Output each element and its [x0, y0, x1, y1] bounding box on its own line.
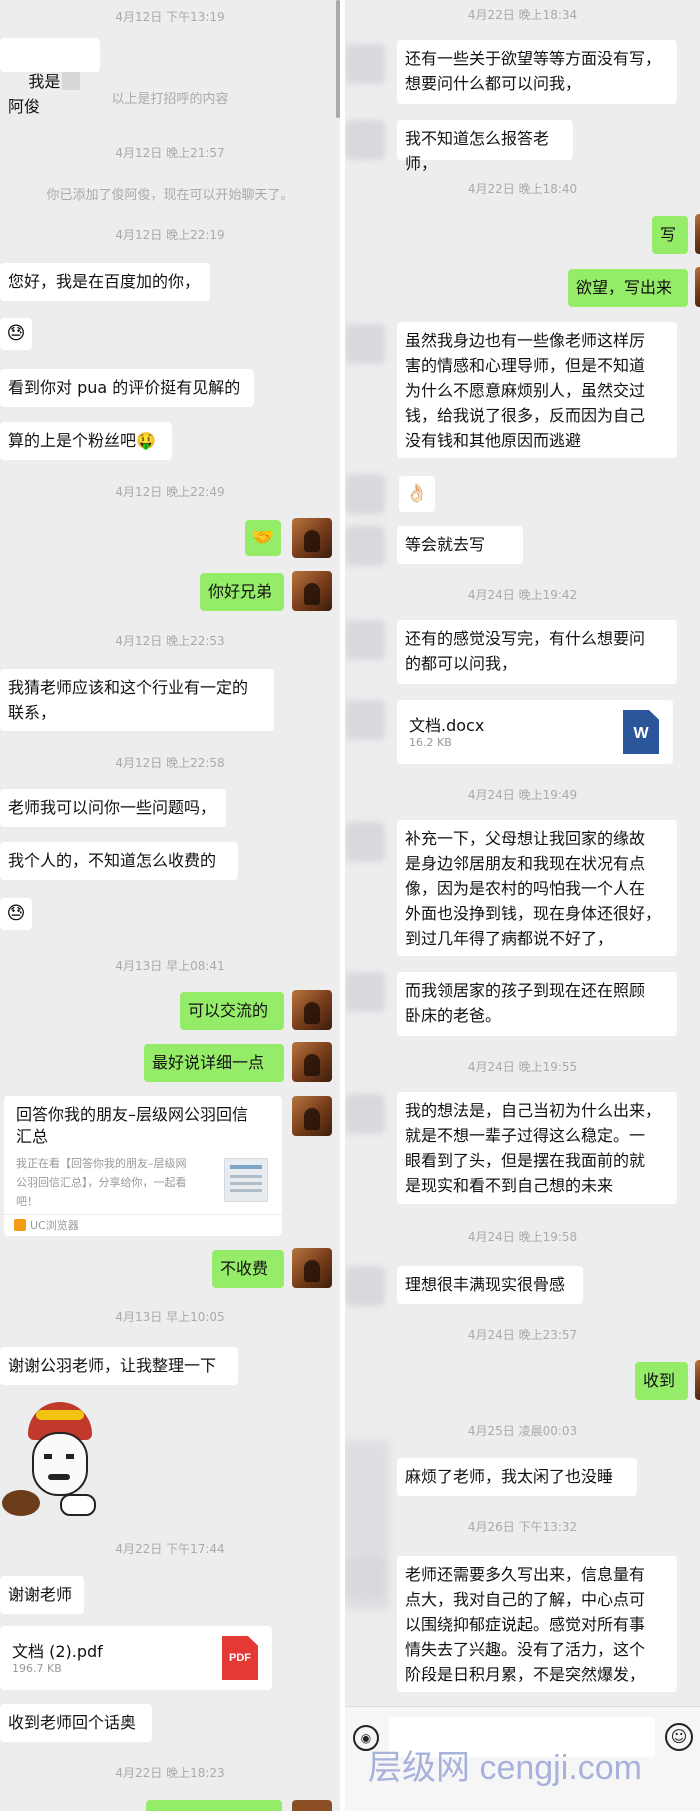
timestamp: 4月26日 下午13:32: [467, 1520, 578, 1534]
avatar[interactable]: [345, 620, 385, 660]
handshake-emoji-icon[interactable]: 🤝: [245, 520, 281, 556]
link-card-title: 回答你我的朋友–层级网公羽回信 汇总: [16, 1105, 249, 1146]
left-chat-panel: 4月12日 下午13:19 我是阿俊 以上是打招呼的内容 4月12日 晚上21:…: [0, 0, 340, 1811]
file-name: 文档 (2).pdf: [12, 1642, 103, 1661]
message-bubble-received[interactable]: 您好，我是在百度加的你，: [0, 263, 210, 301]
avatar[interactable]: [345, 44, 385, 84]
file-size: 16.2 KB: [409, 736, 452, 749]
avatar[interactable]: [345, 972, 385, 1012]
divider: [4, 1214, 282, 1215]
avatar[interactable]: [292, 1042, 332, 1082]
timestamp: 4月12日 晚上22:53: [115, 634, 225, 648]
message-bubble-received[interactable]: 谢谢老师: [0, 1576, 84, 1614]
message-bubble-received[interactable]: 谢谢公羽老师，让我整理一下: [0, 1347, 238, 1385]
timestamp: 4月12日 晚上22:58: [115, 756, 225, 770]
message-bubble-received[interactable]: 而我领居家的孩子到现在还在照顾 卧床的老爸。: [397, 972, 677, 1036]
message-bubble-sent-partial: [146, 1800, 282, 1811]
message-bubble-received[interactable]: 补充一下，父母想让我回家的缘故 是身边邻居朋友和我现在状况有点 像，因为是农村的…: [397, 820, 677, 956]
avatar-partial: [292, 1800, 332, 1811]
avatar[interactable]: [345, 120, 385, 160]
message-bubble-received[interactable]: 还有一些关于欲望等等方面没有写， 想要问什么都可以问我，: [397, 40, 677, 104]
message-bubble-sent[interactable]: 欲望，写出来: [568, 269, 688, 307]
timestamp: 4月22日 晚上18:23: [115, 1766, 225, 1780]
message-bubble-received[interactable]: 等会就去写: [397, 526, 523, 564]
avatar[interactable]: [345, 474, 385, 514]
avatar[interactable]: [345, 822, 385, 862]
avatar[interactable]: [292, 571, 332, 611]
timestamp: 4月22日 下午17:44: [115, 1542, 225, 1556]
timestamp: 4月12日 晚上22:19: [115, 228, 225, 242]
timestamp: 4月12日 晚上21:57: [115, 146, 225, 160]
message-bubble-sent[interactable]: 收到: [635, 1362, 688, 1400]
message-bubble-sent[interactable]: 最好说详细一点: [144, 1044, 284, 1082]
message-bubble-sent[interactable]: 不收费: [212, 1250, 284, 1288]
avatar[interactable]: [292, 518, 332, 558]
message-bubble-received[interactable]: 收到老师回个话奥: [0, 1704, 152, 1742]
timestamp: 4月25日 凌晨00:03: [467, 1424, 578, 1438]
link-source: UC浏览器: [30, 1219, 79, 1232]
message-bubble-sent[interactable]: 你好兄弟: [200, 573, 284, 611]
sticker-image[interactable]: [0, 1402, 104, 1520]
message-bubble-received[interactable]: 虽然我身边也有一些像老师这样厉 害的情感和心理导师，但是不知道 为什么不愿意麻烦…: [397, 322, 677, 458]
avatar[interactable]: [345, 1558, 385, 1598]
message-bubble-received[interactable]: 看到你对 pua 的评价挺有见解的: [0, 369, 254, 407]
link-card[interactable]: 回答你我的朋友–层级网公羽回信 汇总 我正在看【回答你我的朋友–层级网 公羽回信…: [4, 1096, 282, 1236]
sweat-emoji-icon[interactable]: 😓: [0, 318, 32, 350]
emoji-icon[interactable]: ☺: [665, 1723, 693, 1751]
avatar-partial[interactable]: [695, 1360, 700, 1400]
message-bubble-sent[interactable]: 写: [652, 216, 688, 254]
message-bubble-received[interactable]: 我是阿俊: [0, 38, 100, 116]
ok-hand-emoji-icon[interactable]: 👌🏻: [399, 476, 435, 512]
message-bubble-received[interactable]: 理想很丰满现实很骨感: [397, 1266, 583, 1304]
timestamp: 4月22日 晚上18:40: [467, 182, 578, 196]
system-message: 以上是打招呼的内容: [111, 92, 229, 107]
timestamp: 4月24日 晚上19:49: [467, 788, 578, 802]
message-bubble-received[interactable]: 老师我可以问你一些问题吗，: [0, 789, 226, 827]
sweat-emoji-icon[interactable]: 😓: [0, 898, 32, 930]
link-card-description: 我正在看【回答你我的朋友–层级网 公羽回信汇总】，分享给你，一起看 吧！: [16, 1157, 187, 1208]
avatar[interactable]: [345, 1094, 385, 1134]
right-chat-panel: 4月22日 晚上18:34 还有一些关于欲望等等方面没有写， 想要问什么都可以问…: [345, 0, 700, 1811]
message-bubble-received[interactable]: 老师还需要多久写出来，信息量有 点大，我对自己的了解，中心点可 以围绕抑郁症说起…: [397, 1556, 677, 1692]
avatar[interactable]: [345, 526, 385, 566]
timestamp: 4月22日 晚上18:34: [467, 8, 578, 22]
message-bubble-received[interactable]: 我猜老师应该和这个行业有一定的 联系，: [0, 669, 274, 731]
timestamp: 4月13日 早上08:41: [115, 959, 225, 973]
timestamp: 4月24日 晚上19:42: [467, 588, 578, 602]
timestamp: 4月13日 早上10:05: [115, 1310, 225, 1324]
system-message: 你已添加了俊阿俊，现在可以开始聊天了。: [46, 188, 294, 203]
message-bubble-received[interactable]: 我个人的，不知道怎么收费的: [0, 842, 238, 880]
avatar[interactable]: [345, 1266, 385, 1306]
file-card-pdf[interactable]: 文档 (2).pdf 196.7 KB PDF: [0, 1626, 272, 1690]
file-size: 196.7 KB: [12, 1662, 62, 1675]
message-bubble-received[interactable]: 我的想法是，自己当初为什么出来， 就是不想一辈子过得这么稳定。一 眼看到了头，但…: [397, 1092, 677, 1204]
timestamp: 4月12日 下午13:19: [115, 10, 225, 24]
file-name: 文档.docx: [409, 716, 485, 735]
message-bubble-received[interactable]: 我不知道怎么报答老师，: [397, 120, 573, 173]
pdf-file-icon: PDF: [222, 1636, 258, 1680]
avatar[interactable]: [292, 990, 332, 1030]
avatar[interactable]: [345, 324, 385, 364]
avatar-partial[interactable]: [695, 267, 700, 307]
link-thumbnail: [224, 1158, 268, 1202]
timestamp: 4月24日 晚上19:55: [467, 1060, 578, 1074]
message-bubble-received[interactable]: 麻烦了老师，我太闲了也没睡: [397, 1458, 637, 1496]
avatar[interactable]: [292, 1248, 332, 1288]
timestamp: 4月24日 晚上19:58: [467, 1230, 578, 1244]
message-bubble-sent[interactable]: 可以交流的: [180, 992, 284, 1030]
word-file-icon: W: [623, 710, 659, 754]
file-card-docx[interactable]: 文档.docx 16.2 KB W: [397, 700, 673, 764]
message-bubble-received[interactable]: 算的上是个粉丝吧🤑: [0, 422, 172, 460]
timestamp: 4月24日 晚上23:57: [467, 1328, 578, 1342]
avatar-partial[interactable]: [695, 214, 700, 254]
message-bubble-received[interactable]: 还有的感觉没写完，有什么想要问 的都可以问我，: [397, 620, 677, 684]
avatar[interactable]: [292, 1096, 332, 1136]
timestamp: 4月12日 晚上22:49: [115, 485, 225, 499]
avatar[interactable]: [345, 700, 385, 740]
watermark: 层级网 cengji.com: [368, 1749, 642, 1787]
uc-browser-icon: [14, 1219, 26, 1231]
